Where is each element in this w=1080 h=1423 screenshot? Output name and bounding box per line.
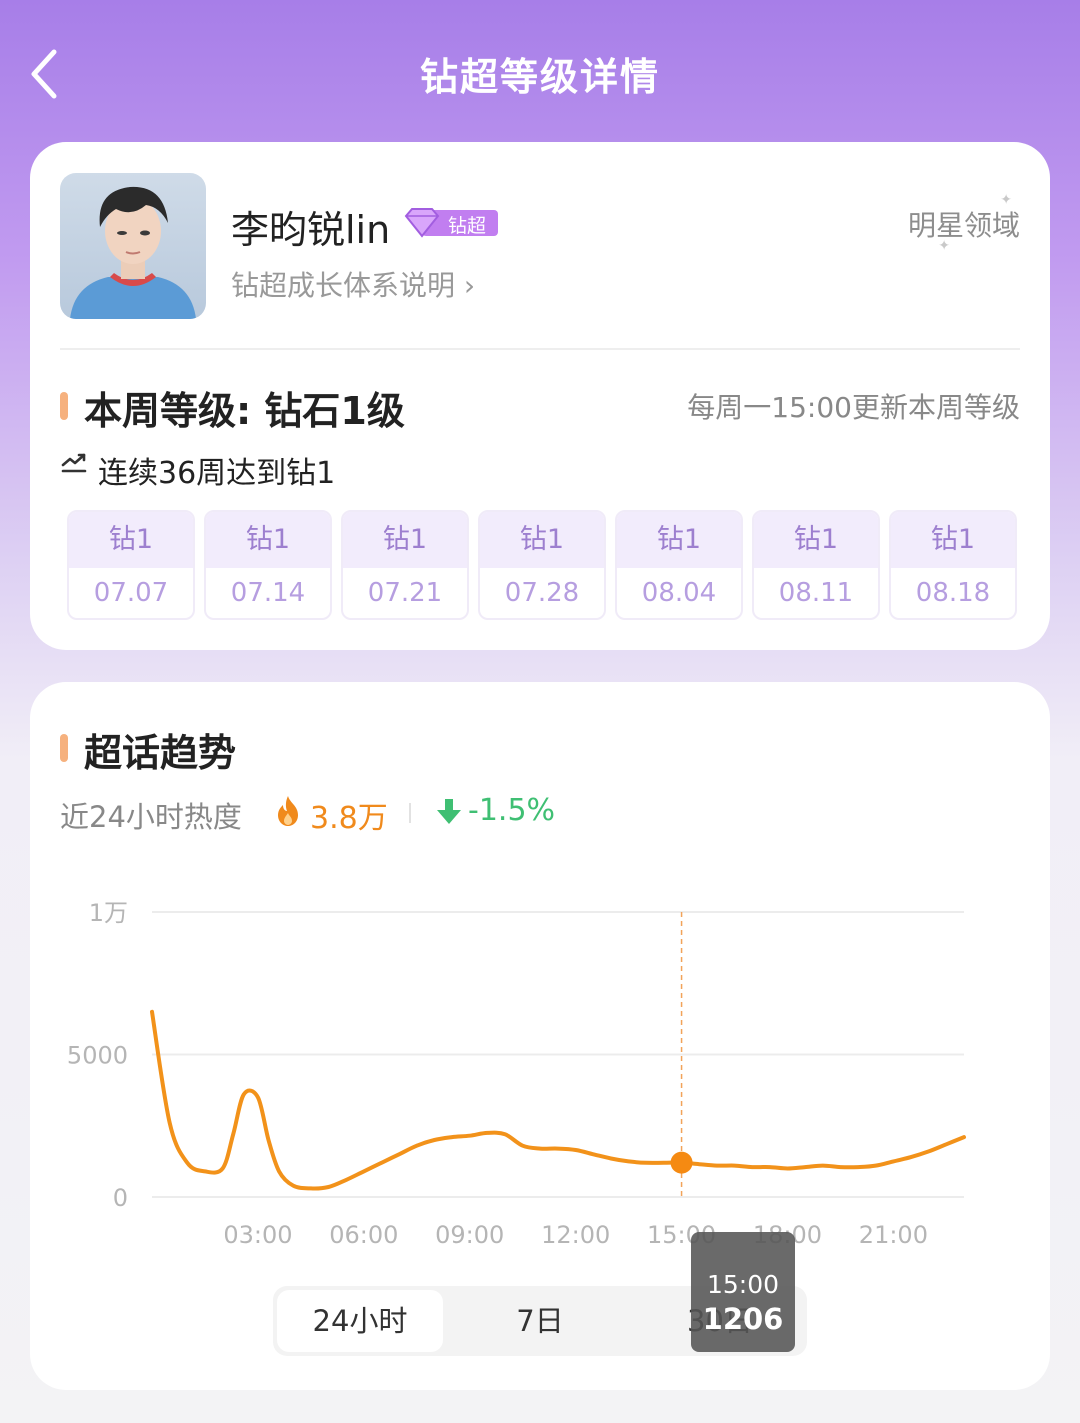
highlight-point [670,1151,693,1174]
tab-24h[interactable]: 24小时 [277,1290,443,1352]
week-level-item: 钻1 07.14 [204,510,332,620]
week-date: 07.14 [230,578,306,608]
x-tick-label: 12:00 [541,1221,610,1249]
tab-7d[interactable]: 7日 [457,1290,623,1352]
y-tick-label: 0 [113,1184,128,1212]
badge-label: 钻超 [448,215,487,237]
x-tick-label: 03:00 [223,1221,292,1249]
chart-tooltip: 15:00 1206 [691,1232,795,1352]
tooltip-time: 15:00 [706,1270,780,1299]
week-level: 钻1 [69,512,193,568]
tooltip-value: 1206 [702,1302,784,1336]
x-tick-label: 09:00 [435,1221,504,1249]
trend-up-icon [61,453,87,473]
week-level-item: 钻1 07.28 [478,510,606,620]
heat-label: 近24小时热度 [60,800,242,834]
page-title: 钻超等级详情 [419,55,660,99]
week-level: 钻1 [480,512,604,568]
weekly-level-title: 本周等级: 钻石1级 [84,389,405,433]
sparkle-icon: ✦ [938,238,950,254]
change-value: -1.5% [468,793,556,828]
week-date: 08.11 [778,578,854,608]
diamond-super-badge: 钻超 [402,206,498,239]
sparkle-icon: ✦ [1000,192,1012,208]
divider [60,348,1020,350]
week-date: 08.18 [915,578,991,608]
week-level-item: 钻1 08.11 [752,510,880,620]
x-tick-label: 21:00 [859,1221,928,1249]
weekly-level-history: 钻1 07.07 钻1 07.14 钻1 07.21 钻1 07.28 钻1 0… [67,510,1019,620]
week-level-item: 钻1 08.04 [615,510,743,620]
section-accent-bar [60,734,68,762]
avatar-portrait-image [60,173,206,319]
arrow-down-icon [437,799,461,824]
trend-card: 超话趋势 近24小时热度 3.8万 -1.5% 1万 5000 0 03:00 06:0… [30,682,1050,1390]
week-level-item: 钻1 07.21 [341,510,469,620]
week-level-item: 钻1 08.18 [889,510,1017,620]
trend-title: 超话趋势 [84,731,237,775]
y-tick-label: 5000 [67,1042,128,1070]
fire-icon [278,796,298,826]
heat-trend-chart[interactable]: 1万5000003:0006:0009:0012:0015:0018:0021:… [30,872,1050,1262]
top-nav-bar: 钻超等级详情 [0,0,1080,140]
section-accent-bar [60,392,68,420]
avatar[interactable] [60,173,206,319]
level-card: 李昀锐lin 钻超 钻超成长体系说明 › 明星领域 ✦ ✦ 本周等级: 钻石1级… [30,142,1050,650]
week-level: 钻1 [754,512,878,568]
series-line [150,1009,966,1191]
week-date: 08.04 [641,578,717,608]
week-date: 07.21 [367,578,443,608]
divider [409,803,411,823]
user-name: 李昀锐lin [231,208,391,252]
y-tick-label: 1万 [89,899,128,927]
streak-text: 连续36周达到钻1 [98,456,336,491]
week-level: 钻1 [617,512,741,568]
week-date: 07.28 [504,578,580,608]
heat-value: 3.8万 [310,801,388,836]
week-level: 钻1 [343,512,467,568]
week-level: 钻1 [206,512,330,568]
week-level-item: 钻1 07.07 [67,510,195,620]
domain-tag[interactable]: 明星领域 [908,204,1020,244]
x-tick-label: 06:00 [329,1221,398,1249]
update-note: 每周一15:00更新本周等级 [687,391,1020,424]
growth-system-link[interactable]: 钻超成长体系说明 › [231,264,475,304]
week-date: 07.07 [93,578,169,608]
week-level: 钻1 [891,512,1015,568]
